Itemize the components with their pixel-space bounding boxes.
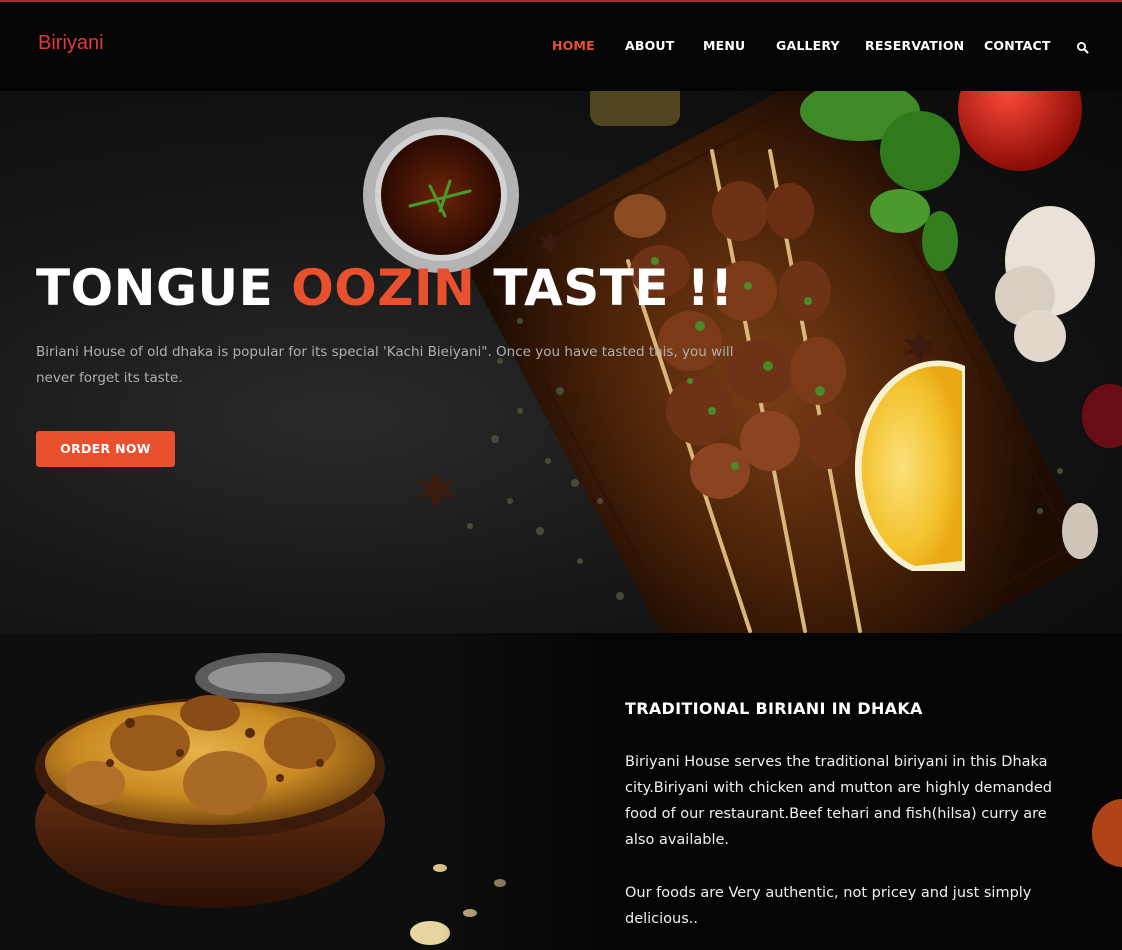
hero-title-accent: OOZIN [291, 259, 476, 317]
biriyani-bowl-photo [0, 633, 600, 950]
about-title: TRADITIONAL BIRIANI IN DHAKA [625, 699, 923, 718]
about-section: TRADITIONAL BIRIANI IN DHAKA Biriyani Ho… [0, 633, 1122, 950]
about-paragraph-1: Biriyani House serves the traditional bi… [625, 754, 1052, 848]
nav-contact[interactable]: CONTACT [984, 38, 1051, 53]
search-button[interactable] [1076, 40, 1090, 54]
nav-gallery[interactable]: GALLERY [776, 38, 840, 53]
hero-section: TONGUE OOZIN TASTE !! Biriani House of o… [0, 91, 1122, 633]
hero-title-part2: TASTE !! [493, 259, 734, 317]
hero-title-part1: TONGUE [36, 259, 274, 317]
search-icon [1077, 42, 1089, 54]
hero-title: TONGUE OOZIN TASTE !! [36, 259, 734, 317]
decor-spice-photo [1092, 799, 1122, 867]
nav-reservation[interactable]: RESERVATION [865, 38, 964, 53]
hero-description: Biriani House of old dhaka is popular fo… [36, 344, 734, 386]
order-now-button[interactable]: ORDER NOW [36, 431, 175, 467]
nav-menu[interactable]: MENU [703, 38, 745, 53]
main-nav: HOME ABOUT MENU GALLERY RESERVATION CONT… [0, 38, 1122, 58]
nav-home[interactable]: HOME [552, 38, 595, 53]
about-paragraph-2: Our foods are Very authentic, not pricey… [625, 885, 1032, 927]
nav-about[interactable]: ABOUT [625, 38, 675, 53]
site-header: Biriyani HOME ABOUT MENU GALLERY RESERVA… [0, 2, 1122, 91]
